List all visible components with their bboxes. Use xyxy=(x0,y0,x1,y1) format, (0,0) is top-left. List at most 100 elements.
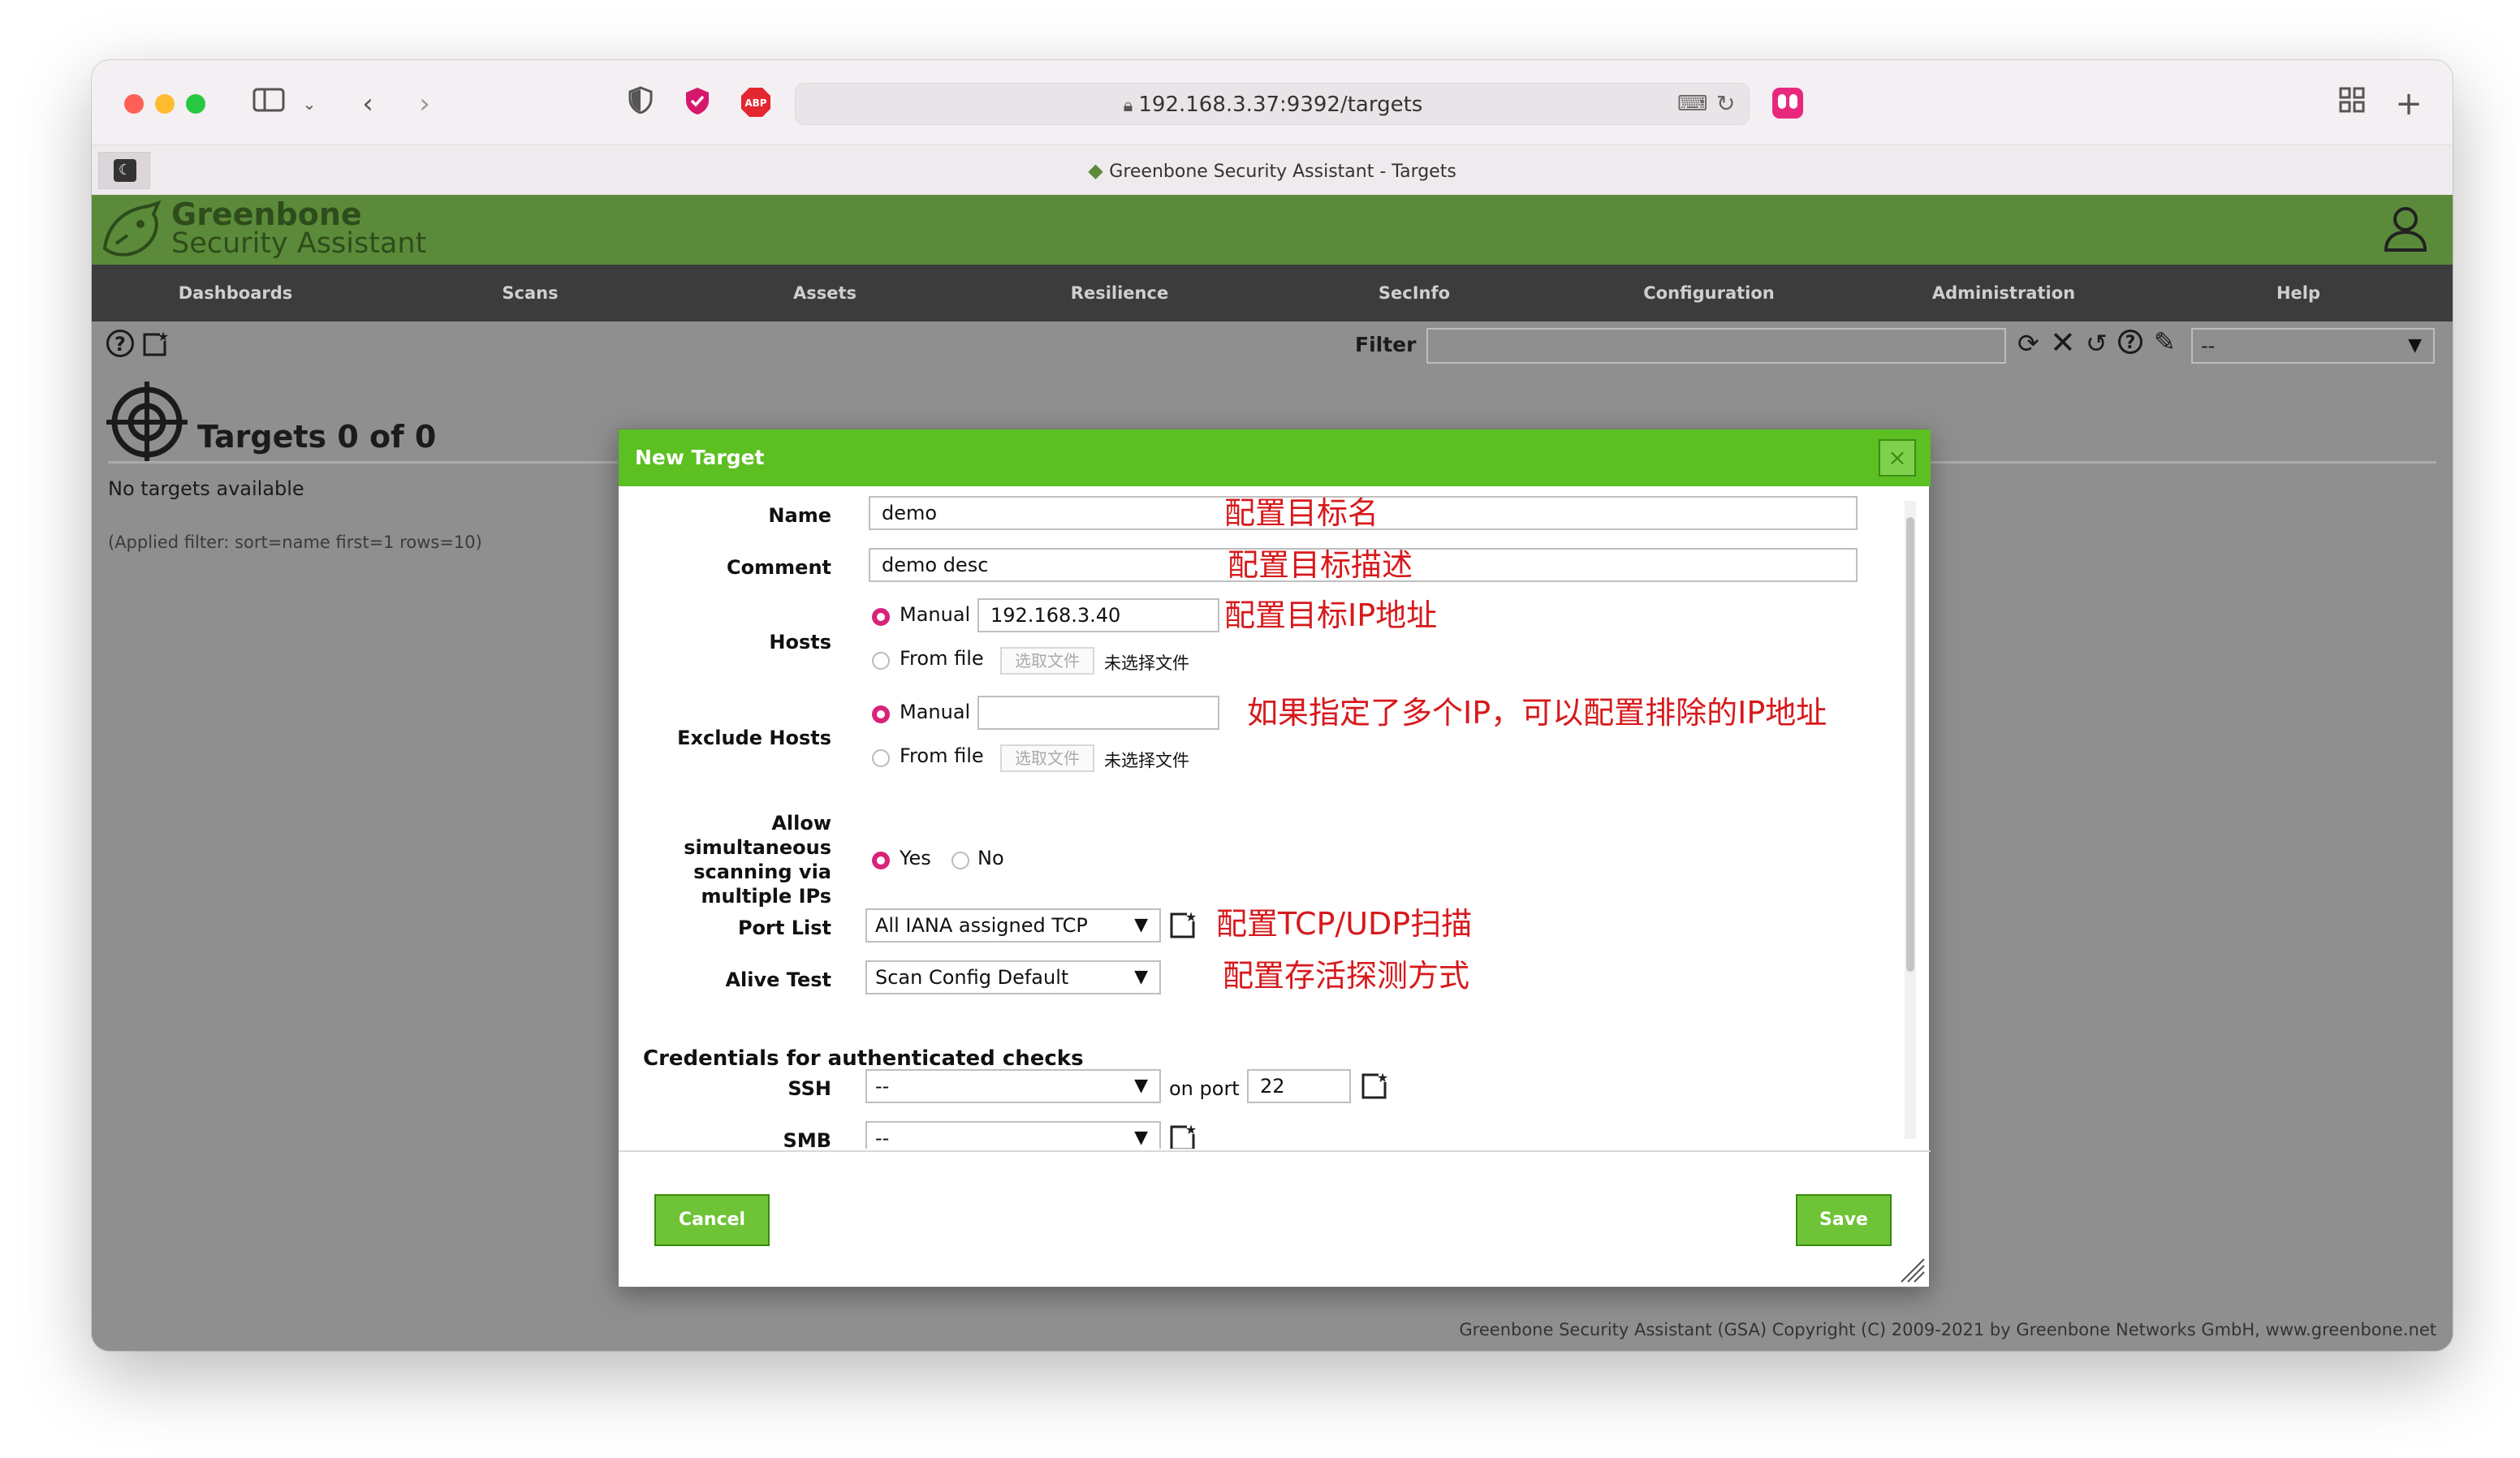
new-port-list-icon[interactable]: ★ xyxy=(1169,909,1197,939)
port-list-label: Port List xyxy=(737,917,831,939)
hosts-choose-file-button[interactable]: 选取文件 xyxy=(1000,647,1094,675)
new-ssh-credential-icon[interactable]: ★ xyxy=(1361,1070,1388,1100)
annotation-exclude: 如果指定了多个IP，可以配置排除的IP地址 xyxy=(1247,695,1827,731)
menu-configuration[interactable]: Configuration xyxy=(1612,265,1806,321)
annotation-alive: 配置存活探测方式 xyxy=(1223,958,1470,994)
reload-icon[interactable]: ↻ xyxy=(1716,90,1735,117)
allow-label-line-4: multiple IPs xyxy=(701,885,831,908)
target-icon xyxy=(106,382,188,463)
menu-help[interactable]: Help xyxy=(2201,265,2396,321)
browser-toolbar: ⌄ ‹ › ABP 🔒︎ 192.168.3.37:9392/targets ⌨… xyxy=(92,60,2453,145)
resize-handle-icon[interactable] xyxy=(1896,1254,1926,1283)
dialog-scrollbar-thumb[interactable] xyxy=(1906,517,1914,972)
chevron-down-icon: ▼ xyxy=(1134,1076,1148,1096)
help-icon[interactable]: ? xyxy=(106,330,134,357)
port-list-select[interactable]: All IANA assigned TCP ▼ xyxy=(865,908,1161,943)
reset-filter-icon[interactable]: ↺ xyxy=(2086,328,2108,359)
exclude-file-radio[interactable] xyxy=(872,749,890,767)
chevron-down-icon: ▼ xyxy=(1134,967,1148,987)
ssh-credential-value: -- xyxy=(875,1075,890,1098)
empty-message: No targets available xyxy=(108,477,304,500)
url-value: 192.168.3.37:9392/targets xyxy=(1138,93,1423,117)
exclude-choose-file-button[interactable]: 选取文件 xyxy=(1000,744,1094,772)
close-dialog-button[interactable]: × xyxy=(1879,439,1916,477)
minimize-window-button[interactable] xyxy=(155,94,175,114)
exclude-manual-radio[interactable] xyxy=(872,705,890,723)
chevron-down-icon[interactable]: ⌄ xyxy=(291,86,327,122)
applied-filter-text: (Applied filter: sort=name first=1 rows=… xyxy=(108,533,482,552)
alive-test-value: Scan Config Default xyxy=(875,966,1069,989)
active-tab[interactable]: ◆ Greenbone Security Assistant - Targets xyxy=(92,145,2453,196)
exclude-hosts-input[interactable] xyxy=(977,696,1219,730)
smb-row-clip: -- ▼ ★ xyxy=(619,1119,1896,1149)
port-list-value: All IANA assigned TCP xyxy=(875,914,1088,937)
allow-no-radio[interactable] xyxy=(951,852,969,869)
new-tab-icon[interactable]: + xyxy=(2391,86,2427,122)
allow-yes-label: Yes xyxy=(900,847,931,869)
close-window-button[interactable] xyxy=(124,94,144,114)
url-text: 🔒︎ 192.168.3.37:9392/targets xyxy=(796,84,1750,126)
name-label: Name xyxy=(768,504,831,527)
ssh-credential-select[interactable]: -- ▼ xyxy=(865,1069,1161,1103)
exclude-manual-label: Manual xyxy=(900,701,971,723)
allow-label-line-2: simultaneous xyxy=(684,836,831,859)
credentials-header: Credentials for authenticated checks xyxy=(643,1046,1084,1071)
translate-icon[interactable]: ⌨ xyxy=(1677,92,1708,116)
menu-assets[interactable]: Assets xyxy=(727,265,922,321)
hosts-manual-radio[interactable] xyxy=(872,608,890,626)
annotation-comment: 配置目标描述 xyxy=(1228,547,1413,583)
annotation-name: 配置目标名 xyxy=(1224,495,1379,531)
page-title: Targets 0 of 0 xyxy=(197,419,437,455)
on-port-label: on port xyxy=(1169,1077,1240,1100)
address-bar[interactable]: 🔒︎ 192.168.3.37:9392/targets ⌨ ↻ xyxy=(795,83,1750,125)
menu-administration[interactable]: Administration xyxy=(1906,265,2101,321)
smb-credential-value: -- xyxy=(875,1127,890,1149)
new-target-dialog: New Target × Name demo 配置目标名 Comment dem… xyxy=(618,429,1931,1288)
alive-test-select[interactable]: Scan Config Default ▼ xyxy=(865,960,1161,994)
ssh-label: SSH xyxy=(788,1077,831,1100)
edit-filter-icon[interactable]: ✎ xyxy=(2154,326,2176,357)
greenbone-logo-icon[interactable] xyxy=(100,200,165,261)
allow-label-line-1: Allow xyxy=(771,812,831,835)
new-target-icon[interactable]: ★ xyxy=(142,329,169,356)
dialog-title: New Target xyxy=(635,446,765,469)
save-button[interactable]: Save xyxy=(1796,1194,1892,1246)
smb-credential-select[interactable]: -- ▼ xyxy=(865,1121,1161,1149)
greenbone-favicon-icon: ◆ xyxy=(1088,159,1110,182)
tab-overview-icon[interactable] xyxy=(2334,86,2370,122)
sidebar-toggle-icon[interactable] xyxy=(251,86,287,122)
ssh-port-input[interactable]: 22 xyxy=(1247,1069,1351,1103)
filter-help-icon[interactable]: ? xyxy=(2118,330,2142,354)
new-smb-credential-icon[interactable]: ★ xyxy=(1169,1122,1197,1149)
back-icon[interactable]: ‹ xyxy=(350,86,386,122)
hosts-file-radio[interactable] xyxy=(872,652,890,670)
cancel-button[interactable]: Cancel xyxy=(654,1194,770,1246)
refresh-filter-icon[interactable]: ⟳ xyxy=(2017,328,2039,359)
exclude-file-label: From file xyxy=(900,744,984,767)
extension-icon[interactable] xyxy=(1772,88,1803,119)
user-icon[interactable] xyxy=(2383,205,2428,253)
filter-input[interactable] xyxy=(1426,328,2006,364)
exclude-no-file-text: 未选择文件 xyxy=(1104,751,1189,770)
dialog-scrollbar[interactable] xyxy=(1905,501,1916,1139)
allow-simultaneous-label: Allow simultaneous scanning via multiple… xyxy=(619,811,831,908)
svg-text:★: ★ xyxy=(158,331,168,344)
dialog-header[interactable]: New Target × xyxy=(619,429,1931,486)
adblock-icon[interactable]: ABP xyxy=(738,86,774,122)
privacy-shield-icon[interactable] xyxy=(623,86,658,122)
filter-select[interactable]: -- ▼ xyxy=(2191,328,2435,364)
tab-title: Greenbone Security Assistant - Targets xyxy=(1109,162,1456,182)
forward-icon[interactable]: › xyxy=(407,86,442,122)
menu-dashboards[interactable]: Dashboards xyxy=(138,265,333,321)
menu-secinfo[interactable]: SecInfo xyxy=(1317,265,1512,321)
allow-yes-radio[interactable] xyxy=(872,852,890,869)
menu-resilience[interactable]: Resilience xyxy=(1022,265,1217,321)
hosts-input[interactable]: 192.168.3.40 xyxy=(977,598,1219,632)
annotation-port: 配置TCP/UDP扫描 xyxy=(1216,906,1473,942)
svg-text:ABP: ABP xyxy=(744,97,766,109)
clear-filter-icon[interactable]: ✕ xyxy=(2050,325,2076,360)
checkmark-extension-icon[interactable] xyxy=(680,86,715,122)
zoom-window-button[interactable] xyxy=(186,94,205,114)
menu-scans[interactable]: Scans xyxy=(433,265,628,321)
hosts-no-file-text: 未选择文件 xyxy=(1104,654,1189,673)
